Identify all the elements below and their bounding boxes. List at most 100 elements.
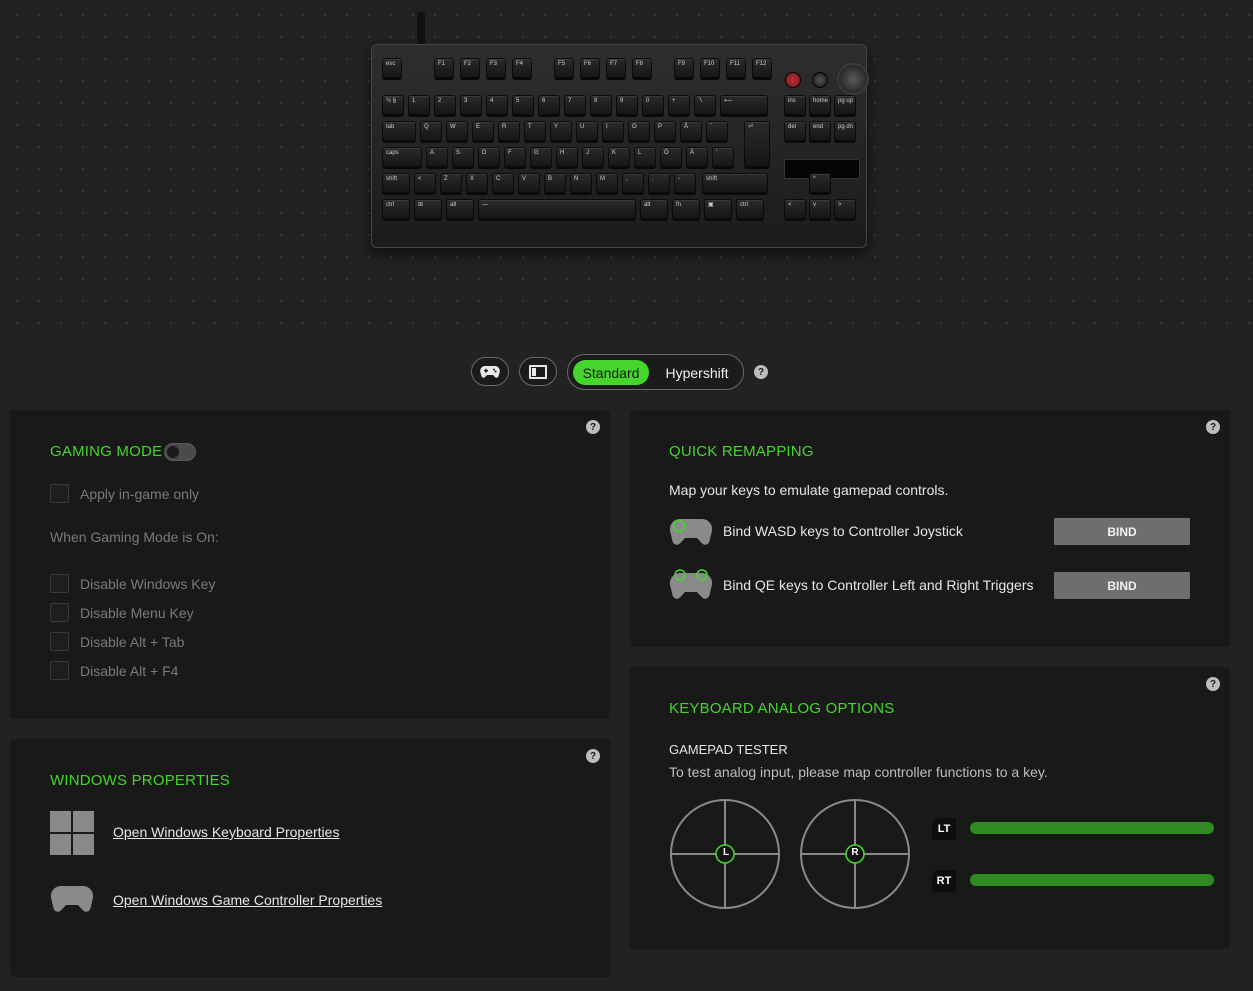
- mode-bar: Standard Hypershift ?: [0, 354, 1253, 390]
- keyboard-key: pg up: [834, 95, 856, 115]
- keyboard-body: esc F1 F2 F3 F4 F5 F6 F7 F8 F9 F10 F11 F12 ½ § 1 2 3 4 5 6 7…: [371, 44, 869, 248]
- layout-toggle-button[interactable]: [519, 357, 557, 386]
- keyboard-key: .: [648, 173, 670, 193]
- quick-remapping-description: Map your keys to emulate gamepad control…: [669, 482, 949, 498]
- panel-icon: [529, 364, 547, 379]
- keyboard-key: Z: [440, 173, 462, 193]
- keyboard-key: end: [809, 121, 831, 141]
- help-icon[interactable]: ?: [1206, 677, 1220, 691]
- keyboard-key: F6: [580, 58, 600, 78]
- when-on-label: When Gaming Mode is On:: [50, 529, 219, 545]
- keyboard-key: L: [634, 147, 656, 167]
- keyboard-key: F9: [674, 58, 694, 78]
- keyboard-key: 0: [642, 95, 664, 115]
- open-keyboard-properties-link[interactable]: Open Windows Keyboard Properties: [113, 824, 339, 840]
- disable-alt-tab-checkbox[interactable]: [50, 632, 69, 651]
- keyboard-key: ctrl: [382, 199, 410, 219]
- gamepad-tester-title: GAMEPAD TESTER: [669, 742, 788, 757]
- keyboard-key: <: [784, 199, 806, 219]
- media-button-icon: [785, 72, 801, 88]
- keyboard-key: `\: [694, 95, 716, 115]
- keyboard-key: 5: [512, 95, 534, 115]
- keyboard-image: esc F1 F2 F3 F4 F5 F6 F7 F8 F9 F10 F11 F12 ½ § 1 2 3 4 5 6 7…: [368, 12, 870, 248]
- keyboard-key: ⊞: [414, 199, 442, 219]
- keyboard-key: W: [446, 121, 468, 141]
- triggers-gamepad-icon: [669, 569, 713, 599]
- keyboard-key: esc: [382, 58, 402, 78]
- media-roller-icon: [812, 72, 828, 88]
- keyboard-key: F8: [632, 58, 652, 78]
- device-preview-area: esc F1 F2 F3 F4 F5 F6 F7 F8 F9 F10 F11 F12 ½ § 1 2 3 4 5 6 7…: [0, 0, 1253, 340]
- keyboard-key: F11: [726, 58, 746, 78]
- standard-tab[interactable]: Standard: [573, 360, 649, 385]
- keyboard-key: 1: [408, 95, 430, 115]
- keyboard-key: X: [466, 173, 488, 193]
- keyboard-key: del: [784, 121, 806, 141]
- keyboard-key: P: [654, 121, 676, 141]
- media-dial-icon: [837, 63, 869, 95]
- keyboard-key: alt: [446, 199, 474, 219]
- help-icon[interactable]: ?: [586, 420, 600, 434]
- gaming-mode-toggle[interactable]: [164, 443, 196, 461]
- windows-properties-panel: ? WINDOWS PROPERTIES Open Windows Keyboa…: [10, 739, 610, 977]
- keyboard-key: F1: [434, 58, 454, 78]
- keyboard-key: home: [809, 95, 831, 115]
- keyboard-key: 6: [538, 95, 560, 115]
- keyboard-key: V: [518, 173, 540, 193]
- bind-wasd-label: Bind WASD keys to Controller Joystick: [723, 523, 963, 539]
- keyboard-key: F: [504, 147, 526, 167]
- keyboard-key: —: [478, 199, 636, 219]
- disable-alt-f4-checkbox[interactable]: [50, 661, 69, 680]
- keyboard-key: M: [596, 173, 618, 193]
- keyboard-key: shift: [702, 173, 768, 193]
- option-label: Disable Alt + F4: [80, 663, 179, 679]
- rt-label: RT: [932, 870, 956, 892]
- joystick-gamepad-icon: [669, 518, 713, 545]
- gaming-mode-panel: ? GAMING MODE Apply in-game only When Ga…: [10, 410, 610, 719]
- keyboard-key: ▣: [704, 199, 732, 219]
- disable-windows-key-checkbox[interactable]: [50, 574, 69, 593]
- keyboard-key: ¨: [706, 121, 728, 141]
- keyboard-key: ,: [622, 173, 644, 193]
- keyboard-key: I: [602, 121, 624, 141]
- bind-wasd-button[interactable]: BIND: [1054, 518, 1190, 545]
- keyboard-key: F12: [752, 58, 772, 78]
- keyboard-key: A: [426, 147, 448, 167]
- help-icon[interactable]: ?: [754, 365, 768, 379]
- keyboard-key: pg dn: [834, 121, 856, 141]
- keyboard-key: 9: [616, 95, 638, 115]
- gaming-mode-title: GAMING MODE: [50, 443, 163, 460]
- keyboard-key: E: [472, 121, 494, 141]
- keyboard-key: S: [452, 147, 474, 167]
- open-controller-properties-link[interactable]: Open Windows Game Controller Properties: [113, 892, 382, 908]
- help-icon[interactable]: ?: [586, 749, 600, 763]
- keyboard-key: D: [478, 147, 500, 167]
- keyboard-key: Å: [680, 121, 702, 141]
- keyboard-key: tab: [382, 121, 416, 141]
- keyboard-key: Y: [550, 121, 572, 141]
- apply-ingame-checkbox[interactable]: [50, 484, 69, 503]
- disable-menu-key-checkbox[interactable]: [50, 603, 69, 622]
- toggle-knob: [167, 446, 179, 458]
- keyboard-key: 4: [486, 95, 508, 115]
- keyboard-key: N: [570, 173, 592, 193]
- hypershift-tab[interactable]: Hypershift: [656, 360, 738, 385]
- keyboard-key: <: [414, 173, 436, 193]
- analog-options-title: KEYBOARD ANALOG OPTIONS: [669, 700, 895, 717]
- gamepad-mode-button[interactable]: [471, 357, 509, 386]
- keyboard-key: v: [809, 199, 831, 219]
- keyboard-key: shift: [382, 173, 410, 193]
- keyboard-key: alt: [640, 199, 668, 219]
- help-icon[interactable]: ?: [1206, 420, 1220, 434]
- keyboard-key: C: [492, 173, 514, 193]
- keyboard-key: G: [530, 147, 552, 167]
- option-label: Disable Menu Key: [80, 605, 194, 621]
- keyboard-key: T: [524, 121, 546, 141]
- keyboard-key: >: [834, 199, 856, 219]
- bind-qe-button[interactable]: BIND: [1054, 572, 1190, 599]
- keyboard-key: F2: [460, 58, 480, 78]
- keyboard-key: ins: [784, 95, 806, 115]
- lt-bar: [970, 822, 1214, 834]
- lt-label: LT: [932, 818, 956, 840]
- quick-remapping-panel: ? QUICK REMAPPING Map your keys to emula…: [630, 410, 1230, 647]
